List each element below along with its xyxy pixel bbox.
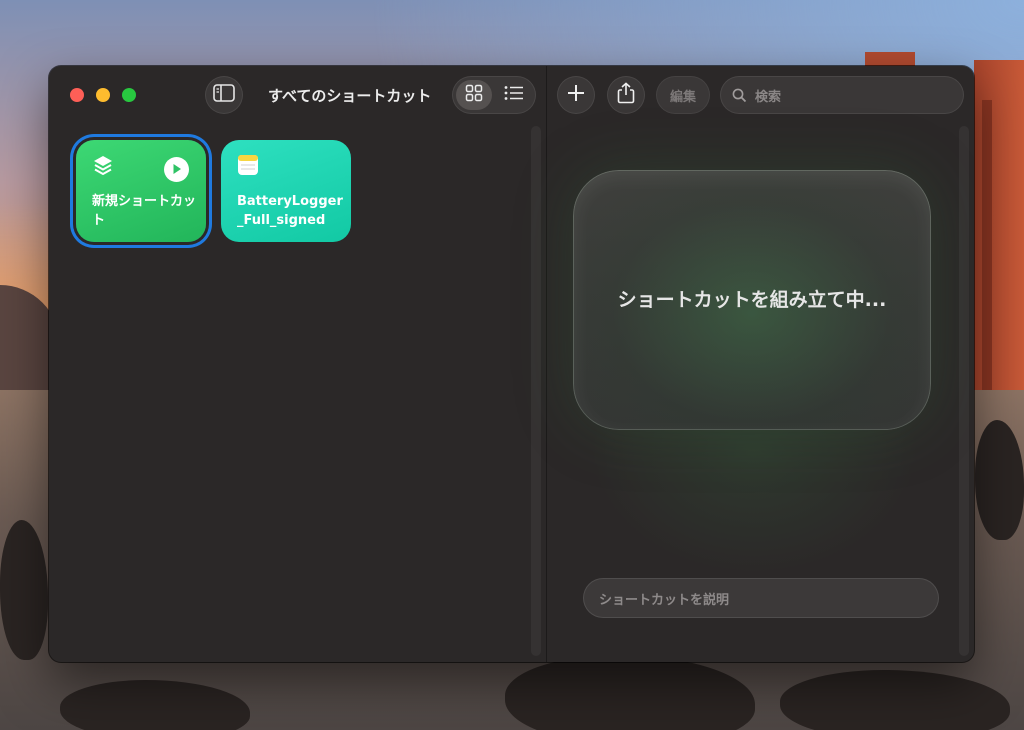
editor-scrollbar[interactable] <box>959 126 969 656</box>
list-icon <box>504 85 524 105</box>
shortcut-tile-new[interactable]: 新規ショートカット <box>76 140 206 242</box>
shortcuts-window: すべてのショートカット 編集 検索 新規ショートカット BatteryLogge… <box>49 66 974 662</box>
run-shortcut-button[interactable] <box>164 157 189 182</box>
list-view-button[interactable] <box>496 80 532 110</box>
search-field[interactable]: 検索 <box>720 76 964 114</box>
grid-icon <box>465 84 483 106</box>
share-icon <box>617 82 635 108</box>
minimize-window-button[interactable] <box>96 88 110 102</box>
describe-shortcut-field[interactable]: ショートカットを説明 <box>583 578 939 618</box>
describe-placeholder: ショートカットを説明 <box>599 592 730 608</box>
library-scrollbar[interactable] <box>531 126 541 656</box>
notes-icon <box>237 154 259 180</box>
maximize-window-button[interactable] <box>122 88 136 102</box>
plus-icon <box>567 84 585 106</box>
add-action-button[interactable] <box>557 76 595 114</box>
window-title: すべてのショートカット <box>268 87 432 105</box>
sidebar-icon <box>213 84 235 106</box>
edit-button[interactable]: 編集 <box>656 76 710 114</box>
building-status-card: ショートカットを組み立て中... <box>573 170 931 430</box>
pane-divider[interactable] <box>546 66 547 662</box>
toggle-sidebar-button[interactable] <box>205 76 243 114</box>
shortcut-tile-label: BatteryLogger_Full_signed <box>237 194 343 228</box>
play-icon <box>172 160 182 179</box>
search-icon <box>732 88 747 103</box>
view-mode-toggle <box>452 76 536 114</box>
shortcut-tile-batterylogger[interactable]: BatteryLogger_Full_signed <box>221 140 351 242</box>
close-window-button[interactable] <box>70 88 84 102</box>
search-placeholder: 検索 <box>755 89 782 105</box>
shortcut-tile-label: 新規ショートカット <box>92 194 197 228</box>
grid-view-button[interactable] <box>456 80 492 110</box>
desktop-bridge-tower <box>974 60 1024 390</box>
layers-icon <box>92 154 114 182</box>
building-status-text: ショートカットを組み立て中... <box>617 288 887 311</box>
share-button[interactable] <box>607 76 645 114</box>
